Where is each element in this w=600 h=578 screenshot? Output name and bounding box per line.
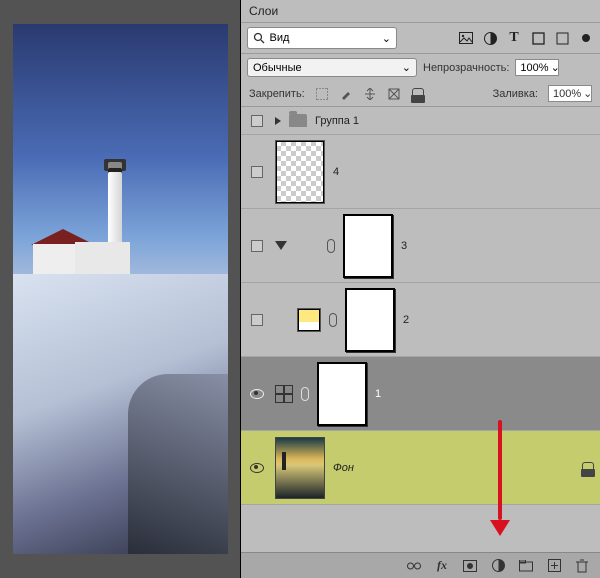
- opacity-label: Непрозрачность:: [423, 62, 509, 74]
- panel-title: Слои: [241, 0, 600, 23]
- layer-background[interactable]: Фон: [241, 431, 600, 505]
- layer-thumbnail[interactable]: [275, 140, 325, 204]
- layer-name[interactable]: 2: [403, 314, 409, 326]
- layer-group[interactable]: Группа 1: [241, 107, 600, 135]
- document-preview[interactable]: [13, 24, 228, 554]
- lock-icon[interactable]: [582, 462, 594, 474]
- filter-toggle-dot[interactable]: [578, 30, 594, 46]
- chevron-down-icon: ⌄: [382, 32, 391, 45]
- filter-row: ⌄ T: [241, 23, 600, 54]
- visibility-toggle[interactable]: [247, 314, 267, 326]
- layer-list: Группа 1 4 3 2 1: [241, 107, 600, 552]
- canvas-area: [0, 0, 240, 578]
- smart-filter-icon[interactable]: [275, 385, 293, 403]
- visibility-toggle[interactable]: [247, 166, 267, 178]
- layer-thumbnail[interactable]: [275, 437, 325, 499]
- mask-thumbnail[interactable]: [317, 362, 367, 426]
- filter-text-icon[interactable]: T: [506, 30, 522, 46]
- fill-thumbnail[interactable]: [297, 308, 321, 332]
- lock-frame-icon[interactable]: [387, 87, 401, 101]
- mask-thumbnail[interactable]: [345, 288, 395, 352]
- lock-all-icon[interactable]: [411, 87, 425, 101]
- opacity-input[interactable]: 100%⌄: [515, 59, 559, 76]
- chevron-down-icon: ⌄: [583, 87, 592, 100]
- new-adjustment-icon[interactable]: [490, 558, 506, 574]
- new-group-icon[interactable]: [518, 558, 534, 574]
- blend-mode-value: Обычные: [253, 62, 302, 74]
- lock-move-icon[interactable]: [363, 87, 377, 101]
- filter-smart-icon[interactable]: [554, 30, 570, 46]
- layer-4[interactable]: 4: [241, 135, 600, 209]
- blend-mode-select[interactable]: Обычные ⌄: [247, 58, 417, 77]
- fx-icon[interactable]: fx: [434, 558, 450, 574]
- filter-image-icon[interactable]: [458, 30, 474, 46]
- lock-brush-icon[interactable]: [339, 87, 353, 101]
- lock-label: Закрепить:: [249, 88, 305, 100]
- filter-shape-icon[interactable]: [530, 30, 546, 46]
- layer-name[interactable]: Фон: [333, 462, 354, 474]
- new-layer-icon[interactable]: [546, 558, 562, 574]
- link-layers-icon[interactable]: [406, 558, 422, 574]
- fill-label: Заливка:: [493, 88, 538, 100]
- filter-icons: T: [458, 30, 594, 46]
- trash-icon[interactable]: [574, 558, 590, 574]
- search-icon: [253, 30, 266, 46]
- blend-row: Обычные ⌄ Непрозрачность: 100%⌄: [241, 54, 600, 81]
- folder-icon: [289, 114, 307, 127]
- chevron-down-icon: ⌄: [402, 61, 411, 74]
- disclosure-icon[interactable]: [275, 117, 281, 125]
- layer-filter-select[interactable]: ⌄: [247, 27, 397, 49]
- chevron-down-icon: ⌄: [551, 61, 560, 74]
- layer-name[interactable]: 3: [401, 240, 407, 252]
- visibility-toggle[interactable]: [247, 240, 267, 252]
- layer-name[interactable]: 1: [375, 388, 381, 400]
- layer-name[interactable]: 4: [333, 166, 339, 178]
- visibility-toggle[interactable]: [247, 389, 267, 399]
- link-icon[interactable]: [329, 313, 337, 327]
- layer-name[interactable]: Группа 1: [315, 115, 359, 127]
- lock-transparency-icon[interactable]: [315, 87, 329, 101]
- layer-2[interactable]: 2: [241, 283, 600, 357]
- lock-row: Закрепить: Заливка: 100%⌄: [241, 81, 600, 107]
- fill-input[interactable]: 100%⌄: [548, 85, 592, 102]
- mask-thumbnail[interactable]: [343, 214, 393, 278]
- layer-3[interactable]: 3: [241, 209, 600, 283]
- panel-footer: fx: [241, 552, 600, 578]
- collapse-icon[interactable]: [275, 241, 287, 250]
- layers-panel: Слои ⌄ T Обычные ⌄ Непрозрачность: 100%⌄: [240, 0, 600, 578]
- add-mask-icon[interactable]: [462, 558, 478, 574]
- visibility-toggle[interactable]: [247, 115, 267, 127]
- layer-1[interactable]: 1: [241, 357, 600, 431]
- filter-adjustment-icon[interactable]: [482, 30, 498, 46]
- link-icon[interactable]: [301, 387, 309, 401]
- link-icon[interactable]: [327, 239, 335, 253]
- layer-filter-input[interactable]: [270, 32, 378, 44]
- visibility-toggle[interactable]: [247, 463, 267, 473]
